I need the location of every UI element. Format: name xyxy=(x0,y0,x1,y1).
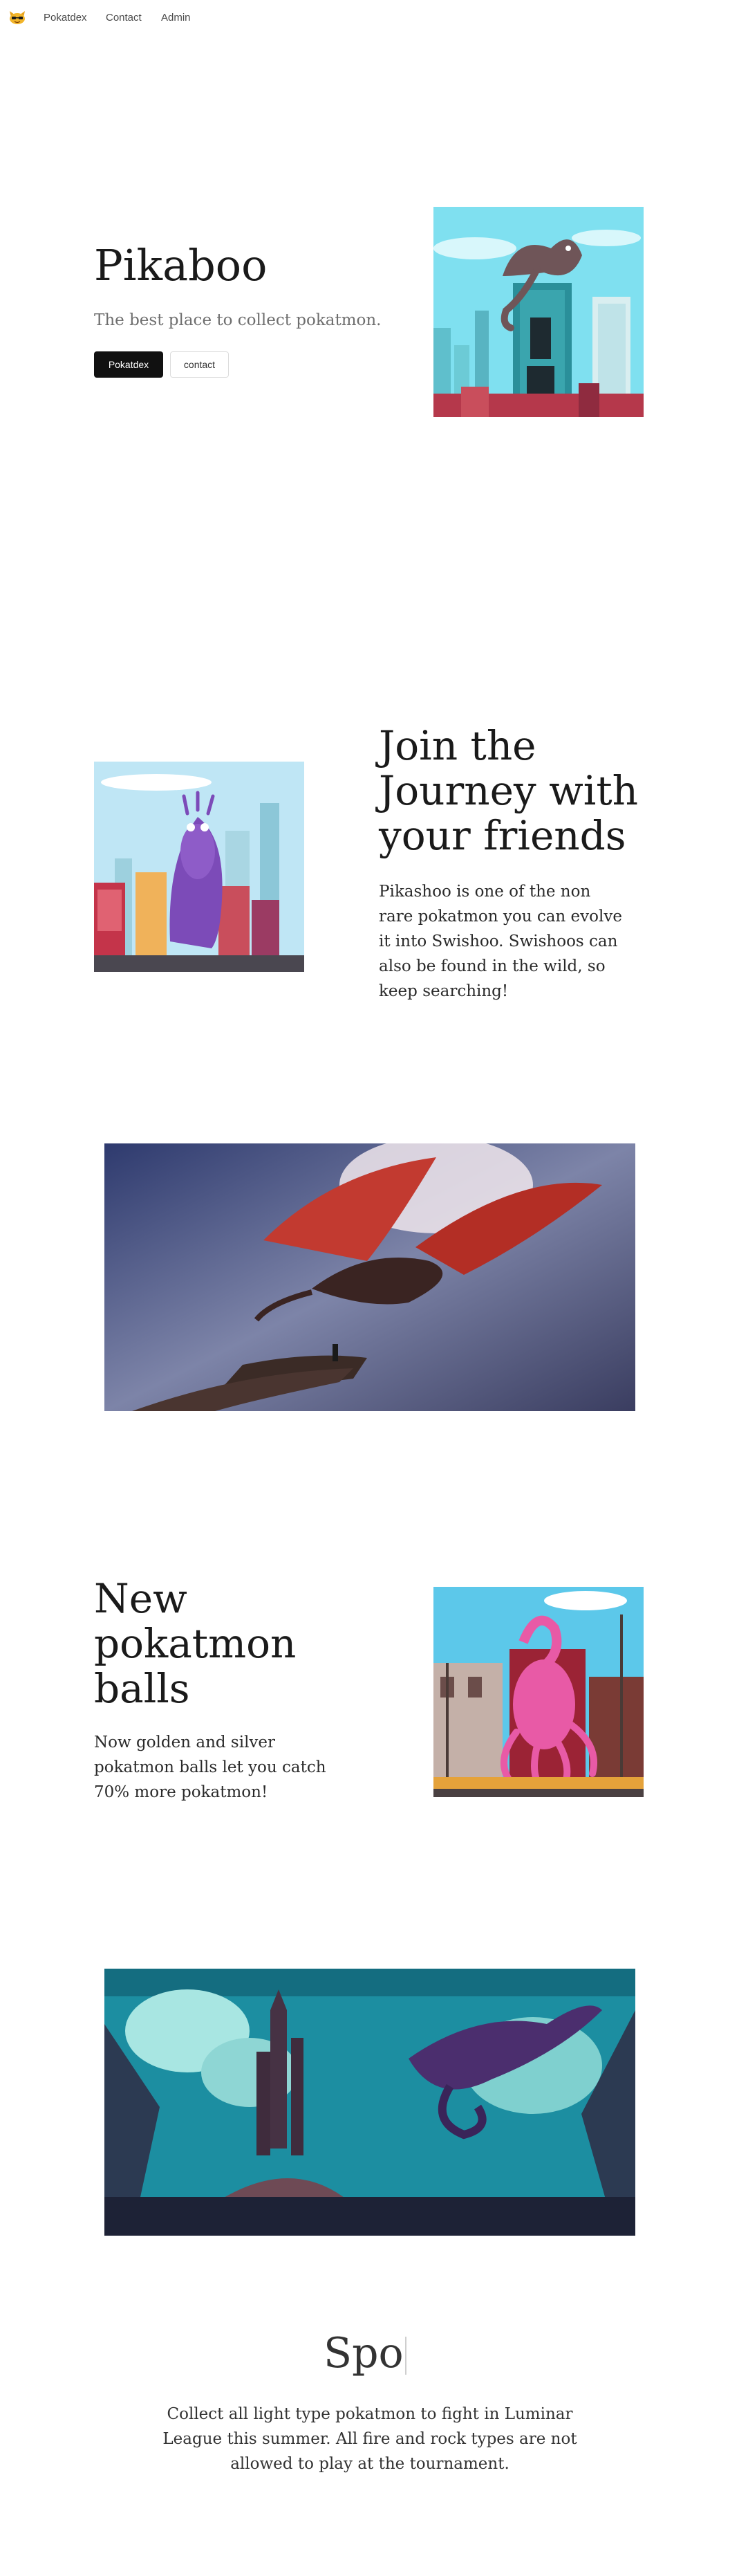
red-dragon-cliff-image xyxy=(104,1143,635,1411)
journey-text: Pikashoo is one of the non rare pokatmon… xyxy=(379,883,622,1000)
typing-cursor xyxy=(405,2337,406,2375)
spotlight-title: Spo xyxy=(324,2329,404,2377)
pink-octopus-street-image xyxy=(433,1587,644,1797)
hero-monster-city-image xyxy=(433,207,644,417)
cat-face-icon[interactable] xyxy=(8,10,26,25)
hero-subtitle: The best place to collect pokatmon. xyxy=(94,311,382,329)
hero-title: Pikaboo xyxy=(94,240,268,291)
balls-text: Now golden and silver pokatmon balls let… xyxy=(94,1733,326,1801)
purple-dragon-castle-image xyxy=(104,1969,635,2236)
nav-link-admin[interactable]: Admin xyxy=(161,12,191,24)
spotlight-text: Collect all light type pokatmon to fight… xyxy=(162,2405,577,2473)
top-navbar: Pokatdex Contact Admin xyxy=(0,0,739,36)
contact-button[interactable]: contact xyxy=(170,351,229,378)
journey-title: Join the Journey with your friends xyxy=(379,722,638,859)
balls-title: New pokatmon balls xyxy=(94,1575,297,1712)
pokatdex-button[interactable]: Pokatdex xyxy=(94,351,163,378)
purple-monster-city-image xyxy=(94,762,304,972)
nav-link-contact[interactable]: Contact xyxy=(106,12,142,24)
nav-link-pokatdex[interactable]: Pokatdex xyxy=(44,12,87,24)
